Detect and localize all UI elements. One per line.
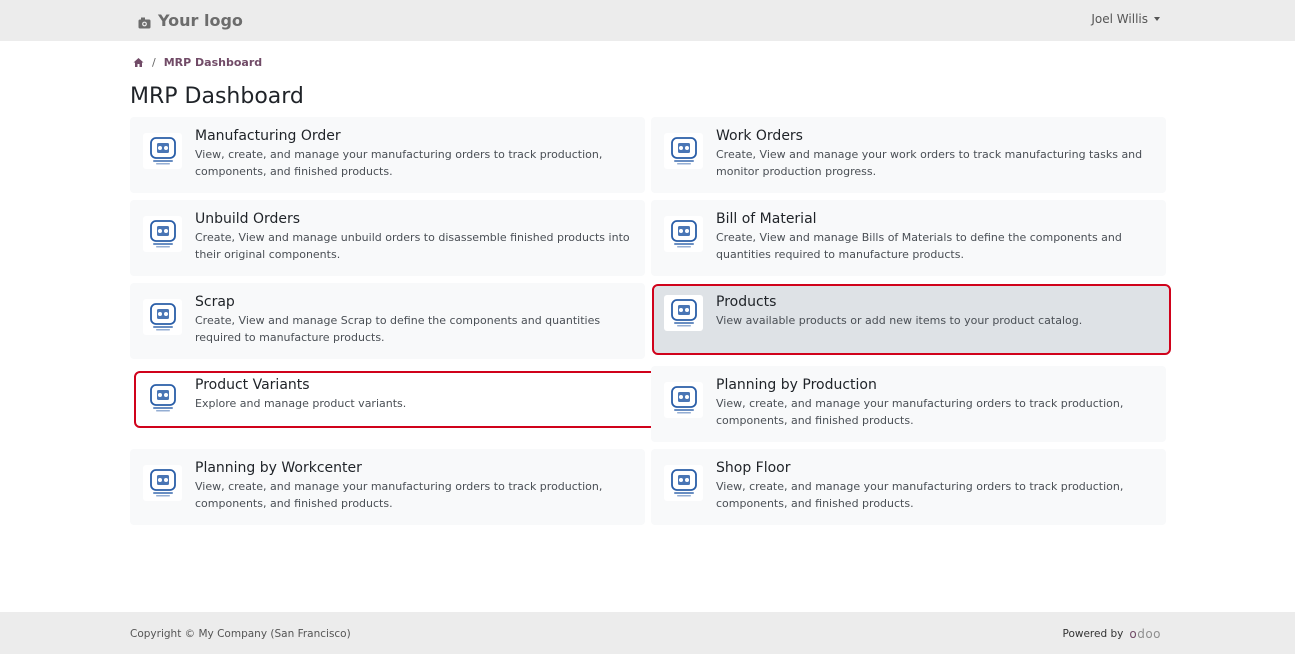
work-orders-icon	[664, 133, 703, 169]
card-description: Create, View and manage Scrap to define …	[195, 314, 601, 344]
dashboard-card-planning-by-production[interactable]: Planning by Production View, create, and …	[651, 366, 1166, 442]
card-description: View available products or add new items…	[716, 314, 1083, 327]
dashboard-card-products[interactable]: Products View available products or add n…	[652, 284, 1171, 355]
dashboard-card-work-orders[interactable]: Work Orders Create, View and manage your …	[651, 117, 1166, 193]
card-title: Planning by Workcenter	[195, 460, 362, 476]
product-icon	[664, 295, 703, 331]
company-logo[interactable]: Your logo	[138, 9, 243, 31]
home-icon[interactable]	[133, 57, 144, 68]
planning-workcenter-icon	[143, 465, 182, 501]
card-description: View, create, and manage your manufactur…	[195, 480, 603, 510]
odoo-logo: odoo	[1129, 627, 1161, 641]
top-navbar: Your logo Joel Willis	[0, 0, 1295, 41]
powered-by[interactable]: Powered by odoo	[1062, 627, 1161, 641]
scrap-icon	[143, 299, 182, 335]
product-variants-icon	[143, 380, 182, 416]
card-description: View, create, and manage your manufactur…	[195, 148, 603, 178]
card-description: Create, View and manage unbuild orders t…	[195, 231, 630, 261]
card-title: Bill of Material	[716, 211, 817, 227]
footer: Copyright © My Company (San Francisco) P…	[0, 612, 1295, 654]
user-menu-dropdown[interactable]: Joel Willis	[1091, 12, 1160, 26]
copyright-text: Copyright © My Company (San Francisco)	[130, 628, 351, 640]
powered-by-label: Powered by	[1062, 628, 1124, 640]
card-title: Shop Floor	[716, 460, 791, 476]
card-description: View, create, and manage your manufactur…	[716, 397, 1124, 427]
manufacturing-order-icon	[143, 133, 182, 169]
dashboard-card-scrap[interactable]: Scrap Create, View and manage Scrap to de…	[130, 283, 645, 359]
card-description: View, create, and manage your manufactur…	[716, 480, 1124, 510]
card-title: Products	[716, 294, 777, 310]
user-name: Joel Willis	[1091, 12, 1148, 26]
card-title: Planning by Production	[716, 377, 877, 393]
shop-floor-icon	[664, 465, 703, 501]
card-description: Create, View and manage Bills of Materia…	[716, 231, 1122, 261]
dashboard-card-product-variants[interactable]: Product Variants Explore and manage produ…	[134, 371, 658, 428]
breadcrumb: / MRP Dashboard	[133, 56, 262, 69]
card-description: Explore and manage product variants.	[195, 397, 407, 410]
breadcrumb-current: MRP Dashboard	[163, 56, 263, 69]
camera-icon	[138, 14, 151, 29]
card-title: Scrap	[195, 294, 235, 310]
card-title: Unbuild Orders	[195, 211, 301, 227]
page-title: MRP Dashboard	[130, 84, 304, 109]
card-title: Manufacturing Order	[195, 128, 341, 144]
dashboard-card-manufacturing-order[interactable]: Manufacturing Order View, create, and man…	[130, 117, 645, 193]
dashboard-card-unbuild-orders[interactable]: Unbuild Orders Create, View and manage un…	[130, 200, 645, 276]
card-description: Create, View and manage your work orders…	[716, 148, 1143, 178]
logo-text: Your logo	[158, 10, 243, 30]
card-title: Product Variants	[195, 377, 310, 393]
dashboard-card-planning-by-workcenter[interactable]: Planning by Workcenter View, create, and …	[130, 449, 645, 525]
unbuild-orders-icon	[143, 216, 182, 252]
dashboard-card-bill-of-material[interactable]: Bill of Material Create, View and manage …	[651, 200, 1166, 276]
planning-production-icon	[664, 382, 703, 418]
dashboard-card-shop-floor[interactable]: Shop Floor View, create, and manage your …	[651, 449, 1166, 525]
breadcrumb-separator: /	[152, 56, 156, 69]
chevron-down-icon	[1154, 17, 1160, 21]
card-title: Work Orders	[716, 128, 803, 144]
bom-icon	[664, 216, 703, 252]
